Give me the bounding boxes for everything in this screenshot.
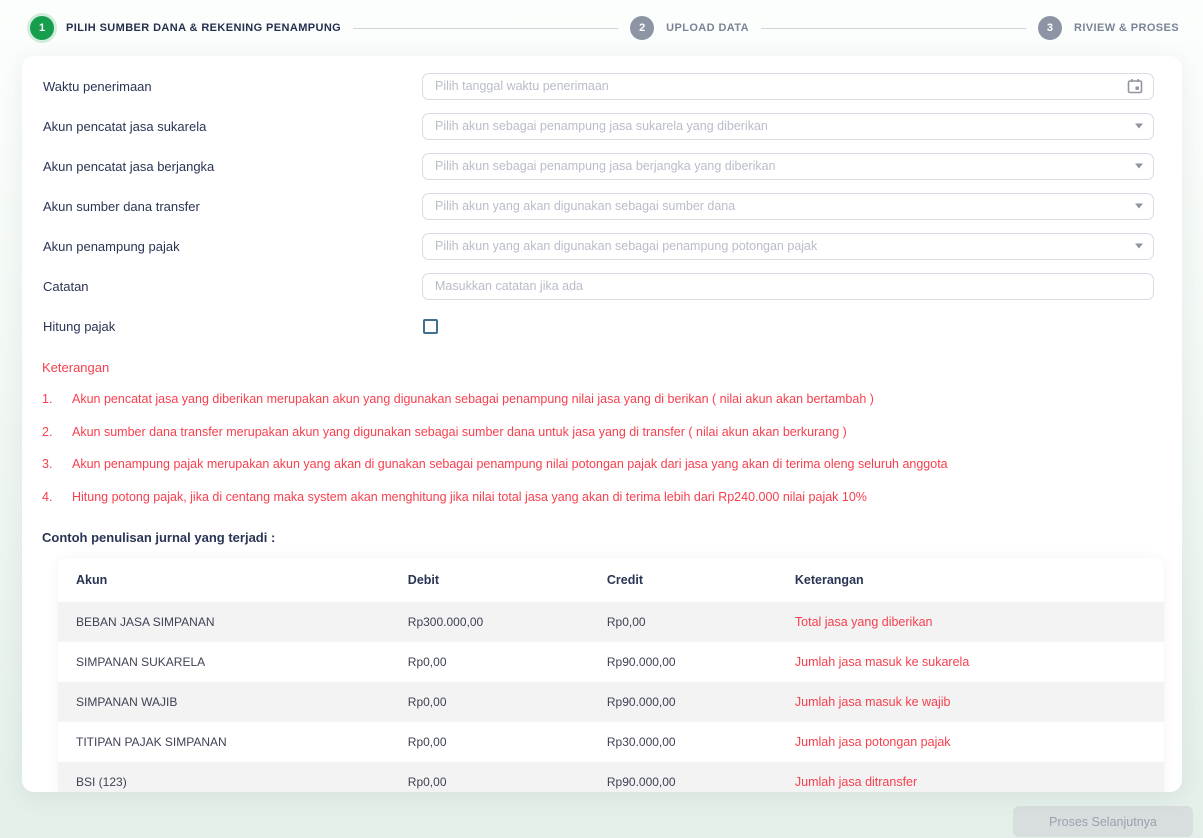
cell-credit: Rp0,00	[589, 602, 777, 642]
step-1-label: PILIH SUMBER DANA & REKENING PENAMPUNG	[66, 22, 341, 34]
table-row: SIMPANAN SUKARELA Rp0,00 Rp90.000,00 Jum…	[58, 642, 1164, 682]
cell-credit: Rp90.000,00	[589, 762, 777, 793]
waktu-penerimaan-input[interactable]	[422, 73, 1154, 100]
column-header-credit: Credit	[589, 558, 777, 602]
form-row-waktu-penerimaan: Waktu penerimaan	[42, 66, 1154, 106]
stepper-connector	[761, 28, 1026, 29]
hitung-pajak-label: Hitung pajak	[42, 319, 422, 334]
step-1-badge: 1	[30, 16, 54, 40]
hitung-pajak-checkbox[interactable]	[423, 319, 438, 334]
cell-debit: Rp0,00	[390, 682, 589, 722]
form-card: Waktu penerimaan Akun pencatat jasa suka…	[22, 56, 1182, 792]
note-number: 2.	[42, 425, 72, 441]
cell-keterangan: Jumlah jasa masuk ke sukarela	[777, 642, 1164, 682]
jasa-berjangka-select	[422, 153, 1154, 180]
note-item-2: 2. Akun sumber dana transfer merupakan a…	[42, 425, 1154, 441]
sumber-dana-select	[422, 193, 1154, 220]
stepper-connector	[353, 28, 618, 29]
form-row-hitung-pajak: Hitung pajak	[42, 306, 1154, 346]
table-row: TITIPAN PAJAK SIMPANAN Rp0,00 Rp30.000,0…	[58, 722, 1164, 762]
cell-keterangan: Jumlah jasa ditransfer	[777, 762, 1164, 793]
waktu-penerimaan-label: Waktu penerimaan	[42, 79, 422, 94]
note-text: Akun sumber dana transfer merupakan akun…	[72, 425, 847, 441]
table-row: BEBAN JASA SIMPANAN Rp300.000,00 Rp0,00 …	[58, 602, 1164, 642]
catatan-input[interactable]	[422, 273, 1154, 300]
note-number: 4.	[42, 490, 72, 506]
penampung-pajak-input[interactable]	[422, 233, 1154, 260]
table-row: SIMPANAN WAJIB Rp0,00 Rp90.000,00 Jumlah…	[58, 682, 1164, 722]
column-header-debit: Debit	[390, 558, 589, 602]
note-item-3: 3. Akun penampung pajak merupakan akun y…	[42, 457, 1154, 473]
jasa-sukarela-select	[422, 113, 1154, 140]
cell-keterangan: Jumlah jasa potongan pajak	[777, 722, 1164, 762]
cell-akun: SIMPANAN SUKARELA	[58, 642, 390, 682]
cell-debit: Rp300.000,00	[390, 602, 589, 642]
cell-keterangan: Total jasa yang diberikan	[777, 602, 1164, 642]
step-2-label: UPLOAD DATA	[666, 22, 749, 34]
note-number: 3.	[42, 457, 72, 473]
form-row-sumber-dana: Akun sumber dana transfer	[42, 186, 1154, 226]
note-text: Hitung potong pajak, jika di centang mak…	[72, 490, 867, 506]
cell-keterangan: Jumlah jasa masuk ke wajib	[777, 682, 1164, 722]
hitung-pajak-control	[422, 319, 1154, 334]
jasa-berjangka-label: Akun pencatat jasa berjangka	[42, 159, 422, 174]
form-row-jasa-berjangka: Akun pencatat jasa berjangka	[42, 146, 1154, 186]
step-1-pilih-sumber-dana[interactable]: 1 PILIH SUMBER DANA & REKENING PENAMPUNG	[30, 16, 341, 40]
cell-akun: SIMPANAN WAJIB	[58, 682, 390, 722]
penampung-pajak-select	[422, 233, 1154, 260]
journal-example-title: Contoh penulisan jurnal yang terjadi :	[42, 530, 1154, 545]
proses-selanjutnya-button[interactable]: Proses Selanjutnya	[1013, 806, 1193, 837]
table-row: BSI (123) Rp0,00 Rp90.000,00 Jumlah jasa…	[58, 762, 1164, 793]
form-row-penampung-pajak: Akun penampung pajak	[42, 226, 1154, 266]
waktu-penerimaan-control	[422, 73, 1154, 100]
catatan-label: Catatan	[42, 279, 422, 294]
step-2-badge: 2	[630, 16, 654, 40]
penampung-pajak-label: Akun penampung pajak	[42, 239, 422, 254]
note-item-4: 4. Hitung potong pajak, jika di centang …	[42, 490, 1154, 506]
notes-section: Keterangan 1. Akun pencatat jasa yang di…	[42, 360, 1154, 506]
note-number: 1.	[42, 392, 72, 408]
form-row-catatan: Catatan	[42, 266, 1154, 306]
note-item-1: 1. Akun pencatat jasa yang diberikan mer…	[42, 392, 1154, 408]
cell-debit: Rp0,00	[390, 642, 589, 682]
wizard-stepper: 1 PILIH SUMBER DANA & REKENING PENAMPUNG…	[0, 0, 1203, 56]
cell-debit: Rp0,00	[390, 722, 589, 762]
journal-table: Akun Debit Credit Keterangan BEBAN JASA …	[58, 558, 1164, 793]
step-2-upload-data[interactable]: 2 UPLOAD DATA	[630, 16, 749, 40]
jasa-sukarela-input[interactable]	[422, 113, 1154, 140]
note-text: Akun penampung pajak merupakan akun yang…	[72, 457, 948, 473]
step-3-badge: 3	[1038, 16, 1062, 40]
cell-akun: BEBAN JASA SIMPANAN	[58, 602, 390, 642]
cell-credit: Rp90.000,00	[589, 642, 777, 682]
step-3-label: RIVIEW & PROSES	[1074, 22, 1179, 34]
cell-akun: TITIPAN PAJAK SIMPANAN	[58, 722, 390, 762]
note-text: Akun pencatat jasa yang diberikan merupa…	[72, 392, 874, 408]
jasa-berjangka-input[interactable]	[422, 153, 1154, 180]
cell-akun: BSI (123)	[58, 762, 390, 793]
cell-credit: Rp90.000,00	[589, 682, 777, 722]
catatan-control	[422, 273, 1154, 300]
cell-debit: Rp0,00	[390, 762, 589, 793]
table-header-row: Akun Debit Credit Keterangan	[58, 558, 1164, 602]
form-row-jasa-sukarela: Akun pencatat jasa sukarela	[42, 106, 1154, 146]
sumber-dana-label: Akun sumber dana transfer	[42, 199, 422, 214]
notes-title: Keterangan	[42, 360, 1154, 375]
column-header-keterangan: Keterangan	[777, 558, 1164, 602]
step-3-riview-proses[interactable]: 3 RIVIEW & PROSES	[1038, 16, 1179, 40]
cell-credit: Rp30.000,00	[589, 722, 777, 762]
jasa-sukarela-label: Akun pencatat jasa sukarela	[42, 119, 422, 134]
column-header-akun: Akun	[58, 558, 390, 602]
sumber-dana-input[interactable]	[422, 193, 1154, 220]
footer-bar: Proses Selanjutnya	[0, 792, 1203, 837]
